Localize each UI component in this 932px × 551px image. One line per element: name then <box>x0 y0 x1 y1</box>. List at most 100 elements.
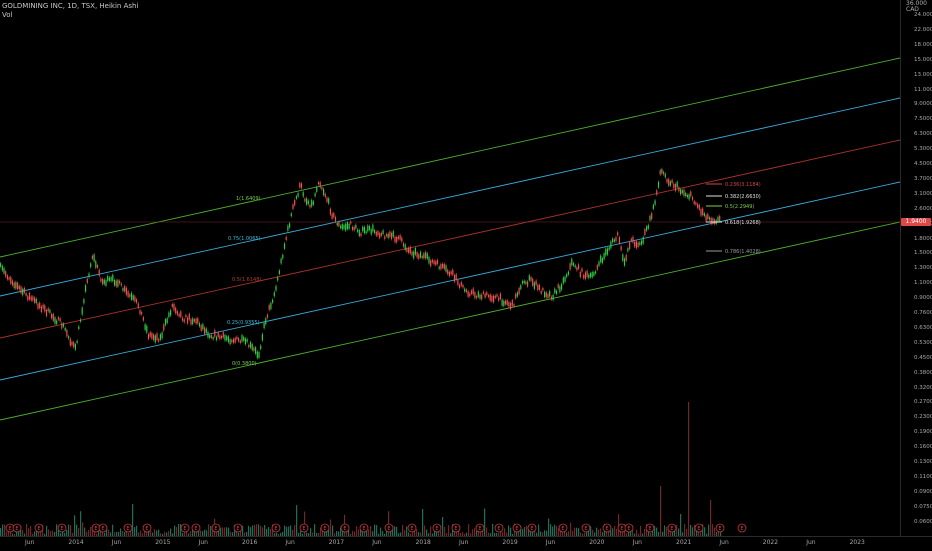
earnings-marker[interactable]: E <box>645 523 655 533</box>
candle-body <box>542 288 544 291</box>
candle-body <box>54 317 56 324</box>
chart-legend: GOLDMINING INC, 1D, TSX, Heikin Ashi Vol <box>2 2 138 20</box>
earnings-marker[interactable]: E <box>432 523 442 533</box>
earnings-marker-letter: E <box>670 526 673 532</box>
earnings-marker[interactable]: E <box>359 523 369 533</box>
volume-bar <box>666 526 668 536</box>
candle-body <box>25 292 27 296</box>
volume-bar <box>294 525 296 536</box>
time-axis[interactable]: Jun 2014 Jun 2015 Jun 2016 Jun 2017 Jun 2018 Jun 20… <box>0 536 932 551</box>
candle-body <box>703 213 705 216</box>
candle-body <box>319 182 321 188</box>
candle-body <box>606 248 609 255</box>
price-chart-canvas[interactable]: 0.236(3.1184) 0.382(2.6630) 0.5(2.2949) 0.6… <box>0 0 900 536</box>
volume-bar <box>254 525 256 536</box>
candle-body <box>396 236 398 243</box>
candle-body <box>659 170 661 175</box>
earnings-marker[interactable]: E <box>271 523 281 533</box>
candle-body <box>124 286 126 292</box>
earnings-marker[interactable]: E <box>57 523 67 533</box>
candle-body <box>324 193 326 197</box>
volume-bar <box>688 402 690 536</box>
candle-body <box>32 296 34 301</box>
earnings-marker[interactable]: E <box>667 523 677 533</box>
earnings-marker[interactable]: E <box>180 523 190 533</box>
candle-body <box>120 283 122 286</box>
candle-body <box>669 181 671 186</box>
price-axis[interactable]: 24.00022.00018.00015.00013.000011.00009.… <box>900 0 932 536</box>
earnings-marker[interactable]: E <box>191 523 201 533</box>
candle-body <box>494 295 496 298</box>
candle-body <box>578 264 580 269</box>
candle-body <box>112 274 114 281</box>
time-axis-label: Jun <box>719 539 729 546</box>
time-axis-label: Jun <box>198 539 208 546</box>
volume-bar <box>374 524 376 536</box>
candle-body <box>693 201 695 205</box>
candle-body <box>331 213 333 219</box>
earnings-marker[interactable]: E <box>475 523 485 533</box>
earnings-marker[interactable]: E <box>558 523 568 533</box>
earnings-marker[interactable]: E <box>451 523 461 533</box>
earnings-marker[interactable]: E <box>34 523 44 533</box>
candle-body <box>260 345 262 350</box>
candle-body <box>450 271 452 275</box>
candle-body <box>409 246 411 254</box>
symbol-title[interactable]: GOLDMINING INC, 1D, TSX, Heikin Ashi <box>2 2 138 11</box>
candle-body <box>605 248 607 256</box>
earnings-marker[interactable]: E <box>581 523 591 533</box>
candle-body <box>341 224 343 230</box>
candle-body <box>513 304 515 307</box>
earnings-marker[interactable]: E <box>211 523 221 533</box>
earnings-marker[interactable]: E <box>384 523 394 533</box>
time-axis-label: 2016 <box>242 539 258 546</box>
volume-label[interactable]: Vol <box>2 11 138 20</box>
earnings-marker[interactable]: E <box>624 523 634 533</box>
price-axis-label: 0.0900 <box>914 488 932 495</box>
earnings-marker[interactable]: E <box>407 523 417 533</box>
earnings-marker[interactable]: E <box>602 523 612 533</box>
earnings-marker[interactable]: E <box>737 523 747 533</box>
candle-body <box>676 181 678 188</box>
earnings-marker[interactable]: E <box>494 523 504 533</box>
candle-body <box>129 294 131 297</box>
candle-body <box>528 275 530 281</box>
candle-body <box>249 342 252 348</box>
candle-body <box>671 179 673 183</box>
earnings-marker[interactable]: E <box>123 523 133 533</box>
candle-body <box>646 226 648 231</box>
candle-body <box>210 335 212 338</box>
price-axis-label: 0.1300 <box>914 459 932 465</box>
candle-body <box>6 275 8 280</box>
candle-body <box>221 335 223 339</box>
fib-level-label: 0.5(2.2949) <box>725 204 754 210</box>
volume-bar <box>574 527 576 536</box>
candle-body <box>620 246 622 251</box>
candle-body <box>314 193 316 197</box>
candle-body <box>532 278 534 286</box>
candle-body <box>329 208 331 215</box>
candle-body <box>462 284 464 288</box>
earnings-marker[interactable]: E <box>527 523 537 533</box>
earnings-marker[interactable]: E <box>320 523 330 533</box>
candle-body <box>326 197 328 202</box>
earnings-marker[interactable]: E <box>98 523 108 533</box>
volume-bar <box>676 524 678 536</box>
earnings-marker[interactable]: E <box>233 523 243 533</box>
candle-body <box>27 296 29 301</box>
candle-body <box>151 332 153 339</box>
earnings-marker-letter: E <box>410 526 413 532</box>
earnings-marker-letter: E <box>94 526 97 532</box>
candle-body <box>554 288 556 293</box>
earnings-marker[interactable]: E <box>299 523 309 533</box>
candle-body <box>486 292 488 296</box>
volume-bar <box>578 528 580 536</box>
earnings-marker[interactable]: E <box>340 523 350 533</box>
earnings-marker[interactable]: E <box>12 523 22 533</box>
earnings-marker[interactable]: E <box>512 523 522 533</box>
earnings-marker[interactable]: E <box>694 523 704 533</box>
candle-body <box>22 288 24 296</box>
volume-bar <box>134 527 136 536</box>
earnings-marker[interactable]: E <box>715 523 725 533</box>
earnings-marker[interactable]: E <box>142 523 152 533</box>
